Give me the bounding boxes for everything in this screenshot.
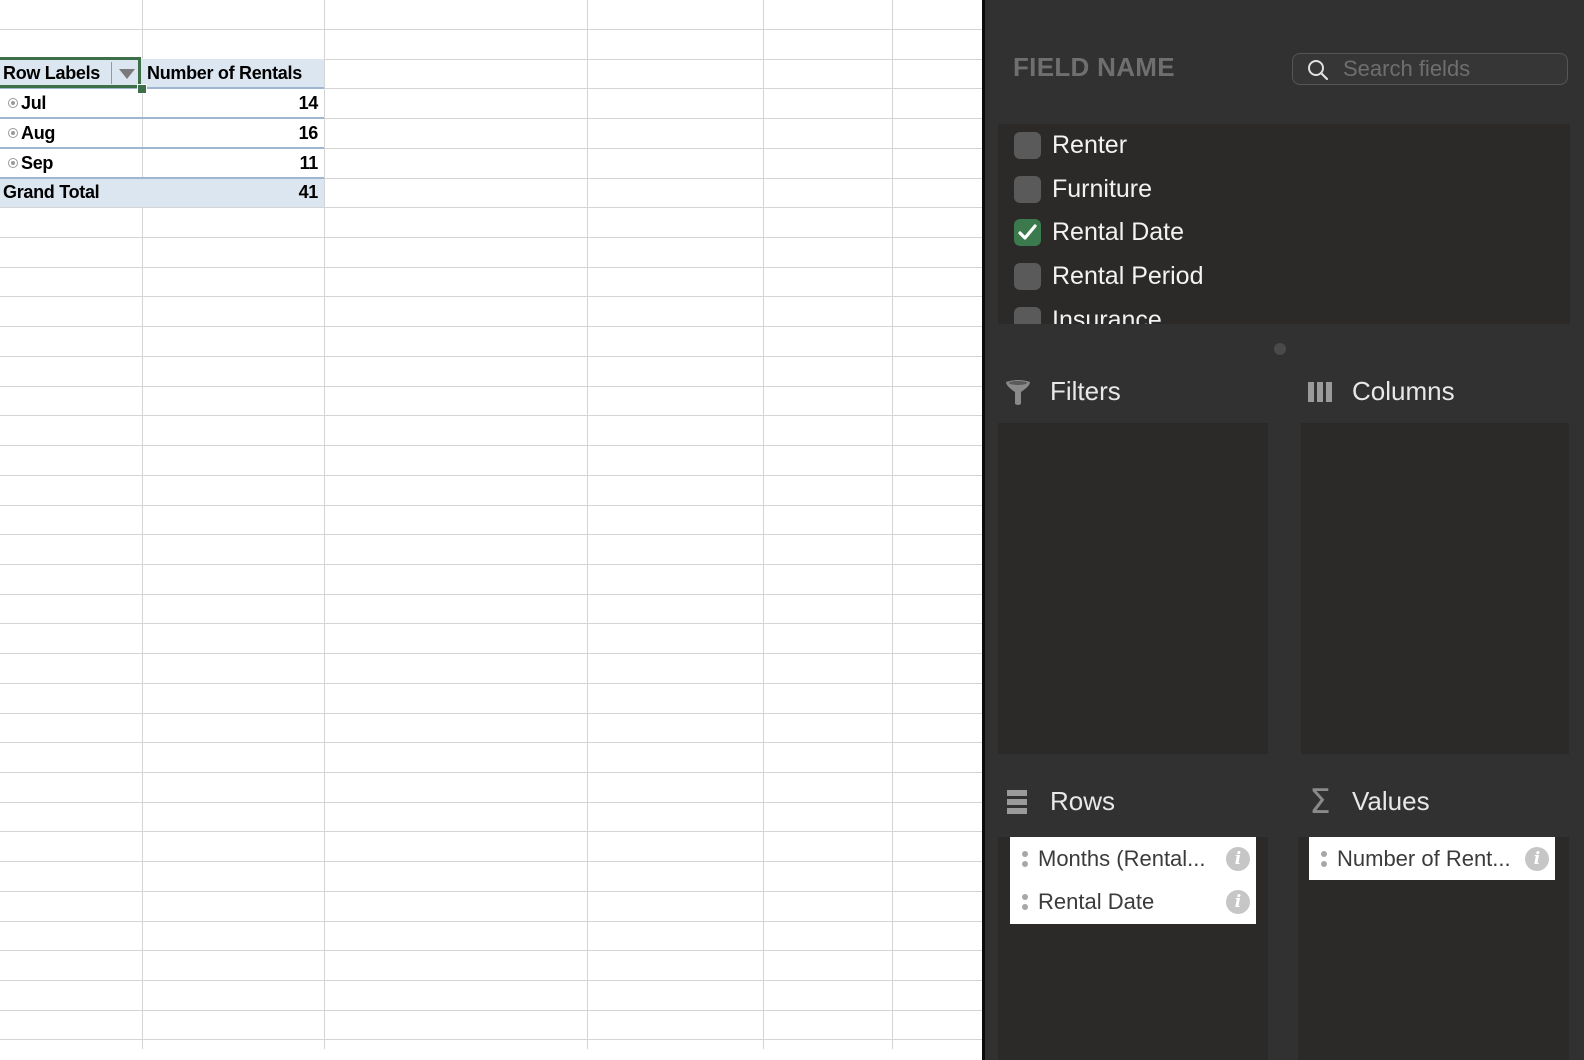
values-drop-zone[interactable]: Number of Rent... i <box>1298 837 1569 1060</box>
info-icon[interactable]: i <box>1226 889 1250 914</box>
filter-icon <box>1003 377 1033 407</box>
field-item-renter[interactable]: Renter <box>1014 125 1127 165</box>
pivot-fields-panel: FIELD NAME Renter Furniture Rental Date … <box>982 0 1584 1060</box>
grand-total-value[interactable]: 41 <box>299 178 319 207</box>
search-icon <box>1308 60 1329 81</box>
search-box[interactable] <box>1292 53 1568 85</box>
pivot-row-value[interactable]: 11 <box>300 149 319 178</box>
drag-handle-icon[interactable] <box>1022 893 1028 910</box>
row-gridline <box>0 713 982 714</box>
field-label: Insurance <box>1052 305 1162 325</box>
row-gridline <box>0 237 982 238</box>
row-gridline <box>0 653 982 654</box>
info-icon[interactable]: i <box>1525 846 1549 871</box>
pivot-row-label[interactable]: Jul <box>8 89 46 118</box>
columns-drop-zone[interactable] <box>1301 423 1569 754</box>
values-label: Values <box>1352 786 1430 816</box>
row-gridline <box>0 802 982 803</box>
field-checkbox[interactable] <box>1014 175 1041 203</box>
grand-total-label[interactable]: Grand Total <box>3 178 100 207</box>
pivot-row-value[interactable]: 16 <box>299 119 319 148</box>
chip-label: Months (Rental... <box>1038 845 1206 871</box>
row-gridline <box>0 1039 982 1040</box>
drag-handle-icon[interactable] <box>1022 850 1028 867</box>
filters-label: Filters <box>1050 376 1121 406</box>
field-name-heading: FIELD NAME <box>1013 52 1175 82</box>
row-gridline <box>0 594 982 595</box>
expand-icon[interactable] <box>8 158 18 169</box>
rows-chip-list: Months (Rental... i Rental Date i <box>1010 837 1256 924</box>
checkmark-icon <box>1018 223 1037 240</box>
field-checkbox[interactable] <box>1014 131 1041 159</box>
row-gridline <box>0 29 982 30</box>
columns-area-header: Columns <box>1305 376 1455 407</box>
row-gridline <box>0 831 982 832</box>
fill-handle[interactable] <box>137 84 147 94</box>
values-chip-list: Number of Rent... i <box>1309 837 1555 880</box>
row-gridline <box>0 505 982 506</box>
values-area-header: Σ Values <box>1305 781 1430 822</box>
row-gridline <box>0 534 982 535</box>
row-gridline <box>0 980 982 981</box>
field-list[interactable]: Renter Furniture Rental Date Rental Peri… <box>998 124 1570 324</box>
row-gridline <box>0 564 982 565</box>
columns-icon <box>1305 377 1335 407</box>
field-label: Rental Period <box>1052 261 1204 290</box>
row-gridline <box>0 326 982 327</box>
rows-chip-months[interactable]: Months (Rental... i <box>1010 837 1256 880</box>
panel-splitter-handle[interactable] <box>1274 343 1286 355</box>
drag-handle-icon[interactable] <box>1321 850 1327 867</box>
row-gridline <box>0 386 982 387</box>
chip-label: Number of Rent... <box>1337 845 1511 871</box>
sigma-icon: Σ <box>1309 781 1331 822</box>
expand-icon[interactable] <box>8 98 18 109</box>
field-label: Rental Date <box>1052 217 1185 246</box>
row-gridline <box>0 415 982 416</box>
active-cell-selection <box>0 57 141 88</box>
field-item-insurance[interactable]: Insurance <box>1014 300 1162 324</box>
pivot-row-value[interactable]: 14 <box>299 89 319 118</box>
field-checkbox-checked[interactable] <box>1014 218 1041 246</box>
row-gridline <box>0 950 982 951</box>
field-item-furniture[interactable]: Furniture <box>1014 169 1152 209</box>
row-gridline <box>0 623 982 624</box>
expand-icon[interactable] <box>8 128 18 139</box>
rows-label: Rows <box>1050 786 1116 816</box>
field-checkbox[interactable] <box>1014 262 1041 290</box>
field-checkbox[interactable] <box>1014 306 1041 324</box>
row-gridline <box>0 683 982 684</box>
row-gridline <box>0 267 982 268</box>
row-gridline <box>0 475 982 476</box>
value-field-header[interactable]: Number of Rentals <box>147 59 302 88</box>
rows-drop-zone[interactable]: Months (Rental... i Rental Date i <box>998 837 1268 1060</box>
info-icon[interactable]: i <box>1226 846 1250 871</box>
field-item-rental-date[interactable]: Rental Date <box>1014 212 1184 252</box>
rows-chip-rental-date[interactable]: Rental Date i <box>1010 880 1256 923</box>
rows-area-header: Rows <box>1003 786 1115 817</box>
row-gridline <box>0 207 982 208</box>
chip-label: Rental Date <box>1038 888 1155 914</box>
rows-icon <box>1003 787 1033 817</box>
search-fields-input[interactable] <box>1343 54 1558 84</box>
field-label: Furniture <box>1052 174 1153 203</box>
spreadsheet-grid[interactable]: Row Labels Number of Rentals Jul 14 Aug … <box>0 0 982 1060</box>
row-gridline <box>0 772 982 773</box>
columns-label: Columns <box>1352 376 1455 406</box>
row-gridline <box>0 356 982 357</box>
row-gridline <box>0 1010 982 1011</box>
filters-area-header: Filters <box>1003 376 1121 407</box>
row-gridline <box>0 921 982 922</box>
row-gridline <box>0 861 982 862</box>
pivot-row-label[interactable]: Aug <box>8 119 55 148</box>
row-gridline <box>0 296 982 297</box>
pivot-row-label[interactable]: Sep <box>8 149 53 178</box>
field-item-rental-period[interactable]: Rental Period <box>1014 256 1203 296</box>
values-chip-number-of-rentals[interactable]: Number of Rent... i <box>1309 837 1555 880</box>
field-label: Renter <box>1052 130 1128 159</box>
filters-drop-zone[interactable] <box>998 423 1268 754</box>
row-gridline <box>0 891 982 892</box>
row-gridline <box>0 445 982 446</box>
row-gridline <box>0 742 982 743</box>
